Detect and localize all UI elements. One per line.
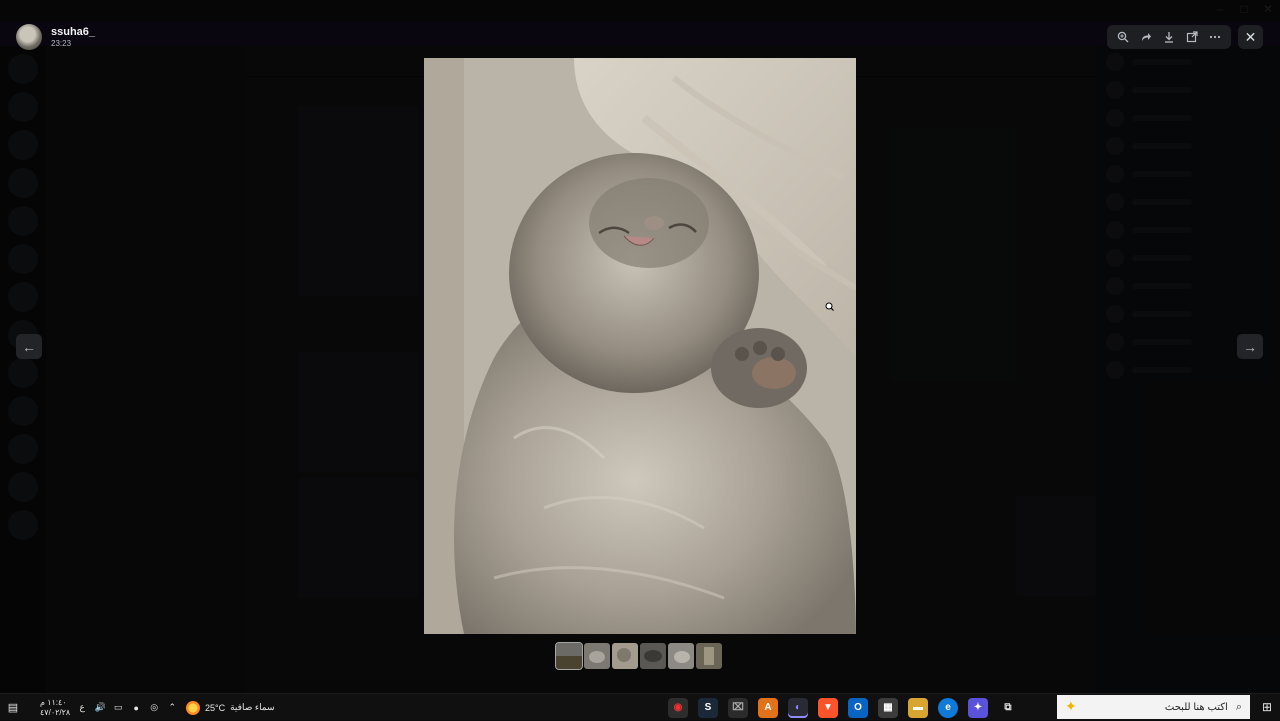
steam-icon[interactable]: S <box>698 697 718 718</box>
open-in-browser-icon[interactable] <box>1182 27 1202 47</box>
microphone-icon[interactable]: ● <box>130 703 142 713</box>
file-explorer-icon[interactable]: ▬ <box>908 697 928 718</box>
system-tray: ▤ ١١:٤٠ م ٤٧/٠٢/٢٨ ع 🔊 ▭ ● ◎ ⌃ <box>6 694 178 721</box>
clock-time: ١١:٤٠ م <box>40 697 67 707</box>
image-toolbar <box>1107 25 1231 49</box>
main-image[interactable] <box>424 58 856 634</box>
author-timestamp: 23:23 <box>51 39 72 48</box>
taskbar: ▤ ١١:٤٠ م ٤٧/٠٢/٢٨ ع 🔊 ▭ ● ◎ ⌃ 25°C سماء… <box>0 693 1280 720</box>
arrow-right-icon: → <box>1243 338 1257 355</box>
brave-icon[interactable]: ▼ <box>818 697 838 718</box>
outlook-icon[interactable]: O <box>848 697 868 718</box>
author-name: ssuha6_ <box>51 26 96 38</box>
previous-image-button[interactable]: ← <box>16 334 42 359</box>
tool-app-icon[interactable]: ⌧ <box>728 697 748 718</box>
app-a-icon[interactable]: A <box>758 697 778 718</box>
thumbnail-strip <box>555 642 722 670</box>
notification-icon[interactable]: ▤ <box>6 701 20 715</box>
more-icon[interactable] <box>1205 27 1225 47</box>
search-icon: ⌕ <box>1235 700 1242 713</box>
sparkle-icon: ✦ <box>1065 698 1077 714</box>
start-button[interactable]: ⊞ <box>1258 698 1276 716</box>
search-box[interactable]: ✦ اكتب هنا للبحث ⌕ <box>1057 695 1250 719</box>
tray-app-icon[interactable]: ◎ <box>148 702 160 713</box>
close-viewer-button[interactable]: ✕ <box>1238 25 1263 49</box>
edge-icon[interactable]: e <box>938 697 958 718</box>
search-placeholder: اكتب هنا للبحث <box>1164 701 1228 713</box>
thumbnail[interactable] <box>612 643 638 669</box>
download-icon[interactable] <box>1159 27 1179 47</box>
thumbnail[interactable] <box>668 643 694 669</box>
thumbnail[interactable] <box>696 643 722 669</box>
windows-icon: ⊞ <box>1261 700 1273 714</box>
store-icon[interactable]: ▦ <box>878 697 898 718</box>
network-icon[interactable]: ▭ <box>112 702 124 713</box>
weather-temp: 25°C <box>205 702 226 713</box>
zoom-in-icon[interactable] <box>1113 27 1133 47</box>
image-viewer-overlay[interactable]: ssuha6_ 23:23 ✕ ← → <box>0 0 1280 693</box>
sun-icon <box>186 700 200 715</box>
image-author[interactable]: ssuha6_ 23:23 <box>16 24 95 50</box>
thumbnail[interactable] <box>555 642 583 670</box>
weather-widget[interactable]: 25°C سماء صافية <box>186 694 275 721</box>
thumbnail[interactable] <box>584 643 610 669</box>
forward-icon[interactable] <box>1136 27 1156 47</box>
copilot-icon[interactable]: ✦ <box>968 697 988 718</box>
clock-date: ٤٧/٠٢/٢٨ <box>40 707 71 717</box>
task-view-icon[interactable]: ⧉ <box>998 698 1018 718</box>
thumbnail[interactable] <box>640 643 666 669</box>
arrow-left-icon: ← <box>22 338 36 355</box>
weather-desc: سماء صافية <box>230 702 275 712</box>
zoom-cursor-icon <box>825 302 834 311</box>
clock[interactable]: ١١:٤٠ م ٤٧/٠٢/٢٨ <box>40 698 70 718</box>
pinned-apps: ◉ S ⌧ A ◐ ▼ O ▦ ▬ e ✦ ⧉ <box>668 694 1018 721</box>
discord-icon[interactable]: ◐ <box>788 697 808 718</box>
chevron-up-icon[interactable]: ⌃ <box>166 702 178 713</box>
language-indicator[interactable]: ع <box>76 702 88 713</box>
close-icon: ✕ <box>1244 28 1257 45</box>
next-image-button[interactable]: → <box>1237 334 1263 359</box>
game-app-icon[interactable]: ◉ <box>668 697 688 718</box>
volume-icon[interactable]: 🔊 <box>94 702 106 713</box>
avatar[interactable] <box>16 24 42 50</box>
